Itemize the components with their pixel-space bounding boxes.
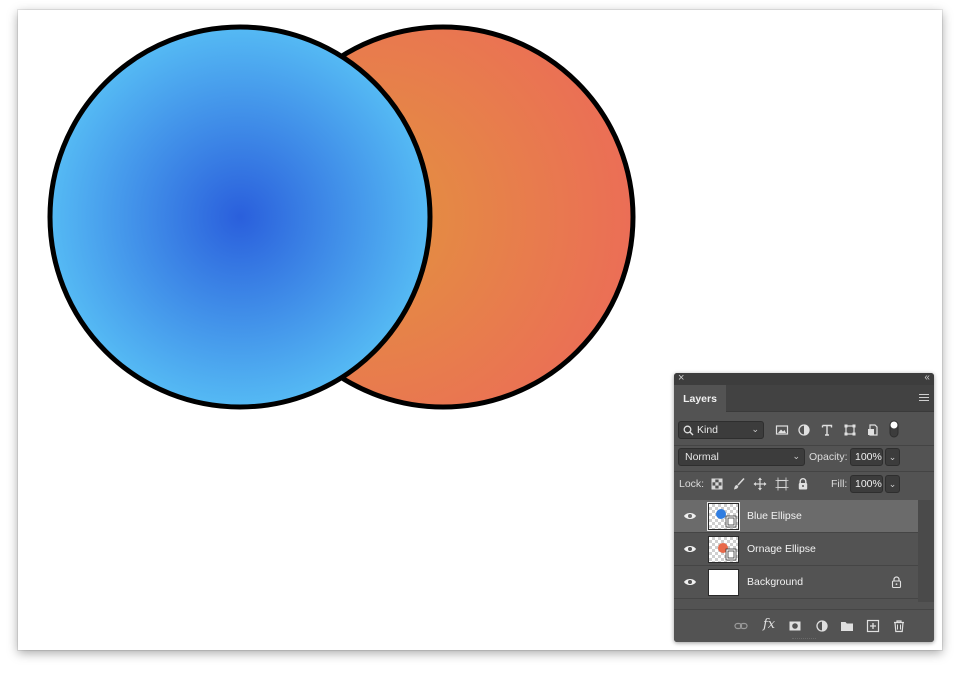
panel-title-bar: × ‹‹ — [674, 373, 934, 385]
type-layer-filter-icon[interactable] — [820, 423, 834, 437]
fill-dropdown-button[interactable]: ⌄ — [885, 475, 900, 493]
blend-mode-value: Normal — [685, 451, 719, 463]
new-layer-icon[interactable] — [866, 619, 880, 633]
new-group-icon[interactable] — [840, 619, 854, 633]
shape-layer-filter-icon[interactable] — [843, 423, 857, 437]
layer-name: Background — [747, 576, 804, 588]
layers-panel: × ‹‹ Layers Kind ⌄ Normal ⌄ Opacity: 100… — [674, 373, 934, 642]
filter-toggle-icon[interactable] — [889, 420, 899, 438]
lock-row: Lock: Fill: 100% ⌄ — [674, 474, 934, 496]
lock-all-icon[interactable] — [796, 477, 810, 491]
lock-artboard-icon[interactable] — [775, 477, 789, 491]
panel-tab-bar: Layers — [674, 385, 934, 412]
layer-row-background[interactable]: Background — [674, 566, 918, 599]
resize-grip[interactable] — [792, 638, 816, 640]
add-mask-icon[interactable] — [788, 619, 802, 633]
layer-thumbnail — [707, 502, 740, 531]
shape-layer-badge-icon — [716, 509, 737, 528]
chevron-down-icon: ⌄ — [792, 451, 800, 461]
layers-scrollbar[interactable] — [918, 500, 934, 602]
fill-label: Fill: — [831, 478, 848, 490]
lock-position-icon[interactable] — [753, 477, 767, 491]
layer-lock-icon[interactable] — [891, 576, 902, 588]
link-layers-icon[interactable] — [734, 619, 748, 633]
blend-mode-select[interactable]: Normal ⌄ — [678, 448, 805, 466]
fill-input[interactable]: 100% — [850, 475, 883, 493]
layer-name: Blue Ellipse — [747, 510, 802, 522]
eye-icon[interactable] — [683, 577, 697, 587]
layer-name: Ornage Ellipse — [747, 543, 816, 555]
filter-kind-select[interactable]: Kind ⌄ — [678, 421, 764, 439]
eye-icon[interactable] — [683, 511, 697, 521]
filter-kind-label: Kind — [697, 424, 719, 436]
panel-menu-icon[interactable] — [919, 394, 929, 403]
pixel-layer-filter-icon[interactable] — [775, 423, 789, 437]
blue-ellipse[interactable] — [47, 24, 433, 410]
adjustment-layer-icon[interactable] — [815, 619, 829, 633]
layer-thumbnail — [708, 536, 739, 563]
search-icon — [683, 425, 694, 435]
adjustment-layer-filter-icon[interactable] — [797, 423, 811, 437]
blend-row: Normal ⌄ Opacity: 100% ⌄ — [674, 447, 934, 469]
opacity-input[interactable]: 100% — [850, 448, 883, 466]
shape-layer-badge-icon — [718, 543, 737, 561]
layer-row-blue-ellipse[interactable]: Blue Ellipse — [674, 500, 918, 533]
eye-icon[interactable] — [683, 544, 697, 554]
smart-object-filter-icon[interactable] — [866, 423, 880, 437]
close-panel-icon[interactable]: × — [678, 373, 684, 384]
lock-label: Lock: — [679, 478, 705, 490]
fx-icon[interactable]: fx — [763, 617, 775, 632]
lock-image-pixels-icon[interactable] — [732, 477, 746, 491]
opacity-dropdown-button[interactable]: ⌄ — [885, 448, 900, 466]
layer-row-orange-ellipse[interactable]: Ornage Ellipse — [674, 533, 918, 566]
lock-transparent-pixels-icon[interactable] — [710, 477, 724, 491]
layers-bottom-toolbar: fx — [674, 609, 934, 642]
layer-thumbnail — [708, 569, 739, 596]
filter-row: Kind ⌄ — [674, 419, 934, 443]
chevron-down-icon: ⌄ — [751, 424, 759, 434]
trash-icon[interactable] — [892, 619, 906, 633]
tab-layers[interactable]: Layers — [674, 385, 726, 412]
divider — [674, 445, 934, 446]
collapse-panel-icon[interactable]: ‹‹ — [924, 373, 930, 383]
divider — [674, 471, 934, 472]
opacity-label: Opacity: — [809, 451, 848, 463]
layers-list: Blue Ellipse Ornage Ellipse Background — [674, 500, 918, 602]
